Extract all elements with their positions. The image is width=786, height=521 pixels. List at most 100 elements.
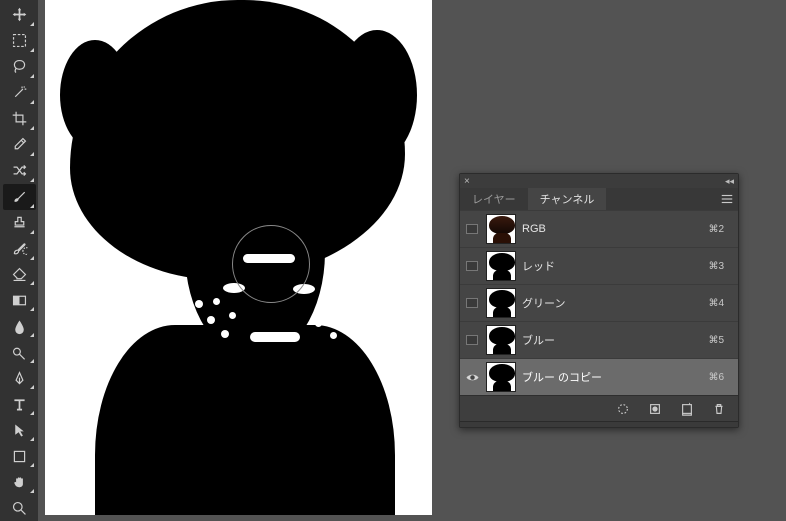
channel-thumbnail [486, 251, 516, 281]
crop-icon [11, 110, 28, 127]
tool-palette [0, 0, 38, 521]
lasso-icon [11, 58, 28, 75]
channel-thumbnail [486, 362, 516, 392]
flyout-corner-icon [30, 385, 34, 389]
visibility-toggle[interactable] [460, 211, 484, 247]
visibility-box-icon [466, 298, 478, 308]
channel-row-blue[interactable]: ブルー⌘5 [460, 321, 738, 358]
panel-footer [460, 395, 738, 421]
flyout-corner-icon [30, 359, 34, 363]
image-paint-dot [337, 314, 345, 322]
shuffle-tool[interactable] [3, 158, 36, 184]
channel-name: グリーン [522, 295, 708, 311]
image-paint-dot [213, 298, 220, 305]
flyout-corner-icon [30, 307, 34, 311]
eyedropper-tool[interactable] [3, 132, 36, 158]
visibility-box-icon [466, 224, 478, 234]
blur-tool[interactable] [3, 313, 36, 339]
marquee-icon [11, 32, 28, 49]
gradient-icon [11, 292, 28, 309]
image-paint-dot [195, 300, 203, 308]
pen-tool[interactable] [3, 365, 36, 391]
visibility-toggle[interactable] [460, 322, 484, 358]
magic-wand-icon [11, 84, 28, 101]
channels-panel: × ◂◂ レイヤー チャンネル RGB⌘2レッド⌘3グリーン⌘4ブルー⌘5ブルー… [459, 173, 739, 428]
eye-icon [465, 370, 480, 385]
dodge-tool[interactable] [3, 339, 36, 365]
panel-menu-button[interactable] [716, 188, 738, 210]
image-paint-dot [207, 316, 215, 324]
magic-wand-tool[interactable] [3, 80, 36, 106]
flyout-corner-icon [30, 74, 34, 78]
gradient-tool[interactable] [3, 287, 36, 313]
channel-row-blue-copy[interactable]: ブルー のコピー⌘6 [460, 358, 738, 395]
crop-tool[interactable] [3, 106, 36, 132]
canvas-content [45, 0, 432, 515]
move-icon [11, 6, 28, 23]
flyout-corner-icon [30, 281, 34, 285]
selection-from-channel-button[interactable] [614, 400, 632, 418]
close-icon[interactable]: × [464, 176, 470, 187]
channel-thumbnail [486, 288, 516, 318]
dodge-icon [11, 344, 28, 361]
stamp-tool[interactable] [3, 210, 36, 236]
channel-shortcut: ⌘5 [708, 335, 732, 346]
zoom-icon [11, 500, 28, 517]
flyout-corner-icon [30, 411, 34, 415]
shape-icon [11, 448, 28, 465]
document-canvas[interactable] [45, 0, 432, 515]
delete-channel-button[interactable] [710, 400, 728, 418]
image-paint-dot [325, 300, 333, 308]
channel-thumbnail [486, 325, 516, 355]
visibility-toggle[interactable] [460, 359, 484, 395]
flyout-corner-icon [30, 100, 34, 104]
visibility-toggle[interactable] [460, 285, 484, 321]
flyout-corner-icon [30, 489, 34, 493]
flyout-corner-icon [30, 230, 34, 234]
channel-shortcut: ⌘3 [708, 261, 732, 272]
channel-row-green[interactable]: グリーン⌘4 [460, 284, 738, 321]
move-tool[interactable] [3, 2, 36, 28]
brush-icon [11, 188, 28, 205]
flyout-corner-icon [30, 333, 34, 337]
flyout-corner-icon [30, 178, 34, 182]
channel-name: ブルー [522, 332, 708, 348]
save-selection-as-channel-button[interactable] [646, 400, 664, 418]
stamp-icon [11, 214, 28, 231]
zoom-tool[interactable] [3, 495, 36, 521]
lasso-tool[interactable] [3, 54, 36, 80]
history-brush-icon [11, 240, 28, 257]
channel-row-red[interactable]: レッド⌘3 [460, 247, 738, 284]
channel-shortcut: ⌘4 [708, 298, 732, 309]
history-brush-tool[interactable] [3, 236, 36, 262]
new-channel-button[interactable] [678, 400, 696, 418]
eyedropper-icon [11, 136, 28, 153]
brush-tool[interactable] [3, 184, 36, 210]
visibility-toggle[interactable] [460, 248, 484, 284]
path-select-tool[interactable] [3, 417, 36, 443]
hand-tool[interactable] [3, 469, 36, 495]
shape-tool[interactable] [3, 443, 36, 469]
flyout-corner-icon [30, 437, 34, 441]
brush-cursor [232, 225, 310, 303]
tab-channels[interactable]: チャンネル [528, 188, 607, 210]
image-paint-dot [229, 312, 236, 319]
flyout-corner-icon [30, 152, 34, 156]
flyout-corner-icon [30, 22, 34, 26]
panel-resize-grip[interactable] [460, 421, 738, 427]
type-tool[interactable] [3, 391, 36, 417]
tab-layers[interactable]: レイヤー [460, 188, 528, 210]
eraser-tool[interactable] [3, 262, 36, 288]
channel-shortcut: ⌘2 [708, 224, 732, 235]
visibility-box-icon [466, 261, 478, 271]
channel-row-rgb[interactable]: RGB⌘2 [460, 210, 738, 247]
hand-icon [11, 474, 28, 491]
channel-list: RGB⌘2レッド⌘3グリーン⌘4ブルー⌘5ブルー のコピー⌘6 [460, 210, 738, 395]
marquee-tool[interactable] [3, 28, 36, 54]
collapse-icon[interactable]: ◂◂ [725, 176, 734, 187]
channel-shortcut: ⌘6 [708, 372, 732, 383]
pen-icon [11, 370, 28, 387]
panel-title-bar[interactable]: × ◂◂ [460, 174, 738, 188]
channel-name: RGB [522, 223, 708, 235]
flyout-corner-icon [30, 126, 34, 130]
